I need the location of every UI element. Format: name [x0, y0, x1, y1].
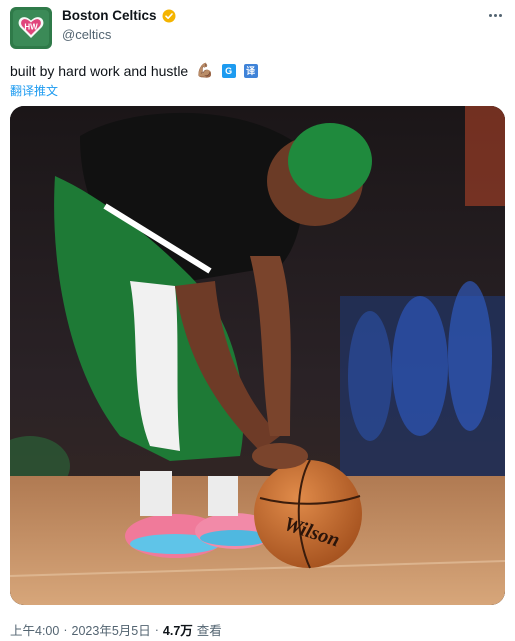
tweet-photo[interactable]: Wilson — [10, 106, 505, 605]
tweet-text: built by hard work and hustle — [10, 62, 189, 79]
tweet-card: HW Boston Celtics @celtics built by hard… — [0, 0, 515, 641]
google-translate-icon[interactable]: G — [221, 63, 236, 78]
verified-badge-icon — [162, 9, 176, 22]
more-options-icon[interactable] — [485, 10, 505, 20]
translate-tweet-link[interactable]: 翻译推文 — [10, 82, 58, 99]
avatar[interactable]: HW — [10, 7, 52, 49]
tweet-date[interactable]: 2023年5月5日 — [72, 620, 151, 639]
account-handle[interactable]: @celtics — [62, 27, 111, 42]
views-count[interactable]: 4.7万 — [163, 620, 193, 639]
tweet-text-row: built by hard work and hustle 💪🏽 G 译 — [10, 62, 258, 79]
photo-illustration: Wilson — [10, 106, 505, 605]
flexed-biceps-emoji: 💪🏽 — [196, 62, 214, 78]
meta-separator: · — [154, 622, 159, 637]
views-label[interactable]: 查看 — [197, 620, 222, 639]
name-row: Boston Celtics — [62, 8, 176, 23]
translate-icon[interactable]: 译 — [243, 63, 258, 78]
meta-separator: · — [63, 622, 68, 637]
heart-logo-icon: HW — [18, 17, 44, 38]
tweet-meta: 上午4:00 · 2023年5月5日 · 4.7万 查看 — [10, 620, 222, 639]
display-name[interactable]: Boston Celtics — [62, 8, 157, 23]
avatar-text: HW — [24, 23, 38, 32]
tweet-time[interactable]: 上午4:00 — [10, 620, 59, 639]
